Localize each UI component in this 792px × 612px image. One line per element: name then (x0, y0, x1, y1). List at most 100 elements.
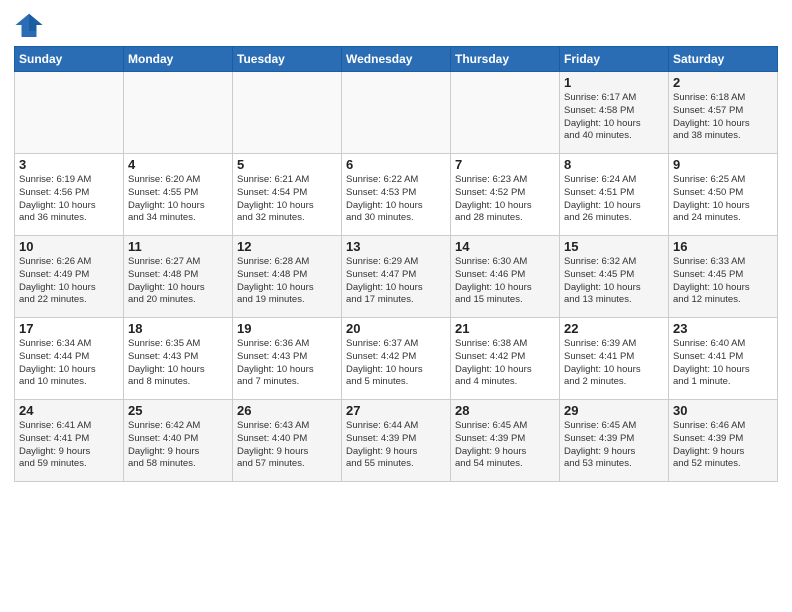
calendar-table: SundayMondayTuesdayWednesdayThursdayFrid… (14, 46, 778, 482)
day-number: 2 (673, 75, 773, 90)
day-number: 13 (346, 239, 446, 254)
day-number: 20 (346, 321, 446, 336)
week-row-4: 17 Sunrise: 6:34 AMSunset: 4:44 PMDayligh… (15, 318, 778, 400)
day-cell: 24 Sunrise: 6:41 AMSunset: 4:41 PMDayligh… (15, 400, 124, 482)
day-cell: 13 Sunrise: 6:29 AMSunset: 4:47 PMDayligh… (342, 236, 451, 318)
day-cell: 15Sunrise: 6:32 AMSunset: 4:45 PMDayligh… (560, 236, 669, 318)
day-info: Sunrise: 6:46 AMSunset: 4:39 PMDaylight:… (673, 420, 773, 471)
day-cell: 3 Sunrise: 6:19 AMSunset: 4:56 PMDaylight… (15, 154, 124, 236)
day-number: 24 (19, 403, 119, 418)
day-cell: 4Sunrise: 6:20 AMSunset: 4:55 PMDaylight… (124, 154, 233, 236)
week-row-3: 10Sunrise: 6:26 AMSunset: 4:49 PMDayligh… (15, 236, 778, 318)
day-cell: 19 Sunrise: 6:36 AMSunset: 4:43 PMDayligh… (233, 318, 342, 400)
week-row-2: 3 Sunrise: 6:19 AMSunset: 4:56 PMDaylight… (15, 154, 778, 236)
day-info: Sunrise: 6:28 AMSunset: 4:48 PMDaylight:… (237, 256, 337, 307)
day-cell: 22Sunrise: 6:39 AMSunset: 4:41 PMDayligh… (560, 318, 669, 400)
day-info: Sunrise: 6:36 AMSunset: 4:43 PMDaylight:… (237, 338, 337, 389)
day-info: Sunrise: 6:17 AMSunset: 4:58 PMDaylight:… (564, 92, 664, 143)
day-cell: 23 Sunrise: 6:40 AMSunset: 4:41 PMDayligh… (669, 318, 778, 400)
weekday-header-row: SundayMondayTuesdayWednesdayThursdayFrid… (15, 47, 778, 72)
day-info: Sunrise: 6:18 AMSunset: 4:57 PMDaylight:… (673, 92, 773, 143)
day-number: 18 (128, 321, 228, 336)
weekday-header-monday: Monday (124, 47, 233, 72)
day-info: Sunrise: 6:29 AMSunset: 4:47 PMDaylight:… (346, 256, 446, 307)
weekday-header-saturday: Saturday (669, 47, 778, 72)
weekday-header-friday: Friday (560, 47, 669, 72)
day-info: Sunrise: 6:27 AMSunset: 4:48 PMDaylight:… (128, 256, 228, 307)
day-number: 19 (237, 321, 337, 336)
day-cell: 11 Sunrise: 6:27 AMSunset: 4:48 PMDayligh… (124, 236, 233, 318)
day-number: 14 (455, 239, 555, 254)
day-cell (451, 72, 560, 154)
day-cell: 7 Sunrise: 6:23 AMSunset: 4:52 PMDaylight… (451, 154, 560, 236)
day-cell: 29Sunrise: 6:45 AMSunset: 4:39 PMDayligh… (560, 400, 669, 482)
day-info: Sunrise: 6:42 AMSunset: 4:40 PMDaylight:… (128, 420, 228, 471)
day-cell (342, 72, 451, 154)
day-info: Sunrise: 6:19 AMSunset: 4:56 PMDaylight:… (19, 174, 119, 225)
day-info: Sunrise: 6:38 AMSunset: 4:42 PMDaylight:… (455, 338, 555, 389)
day-info: Sunrise: 6:45 AMSunset: 4:39 PMDaylight:… (455, 420, 555, 471)
weekday-header-thursday: Thursday (451, 47, 560, 72)
day-info: Sunrise: 6:35 AMSunset: 4:43 PMDaylight:… (128, 338, 228, 389)
day-number: 25 (128, 403, 228, 418)
header (14, 10, 778, 40)
day-number: 11 (128, 239, 228, 254)
day-info: Sunrise: 6:21 AMSunset: 4:54 PMDaylight:… (237, 174, 337, 225)
day-info: Sunrise: 6:25 AMSunset: 4:50 PMDaylight:… (673, 174, 773, 225)
logo (14, 10, 48, 40)
page: SundayMondayTuesdayWednesdayThursdayFrid… (0, 0, 792, 612)
day-cell: 16 Sunrise: 6:33 AMSunset: 4:45 PMDayligh… (669, 236, 778, 318)
day-number: 8 (564, 157, 664, 172)
day-number: 4 (128, 157, 228, 172)
day-info: Sunrise: 6:43 AMSunset: 4:40 PMDaylight:… (237, 420, 337, 471)
day-number: 5 (237, 157, 337, 172)
logo-icon (14, 10, 44, 40)
day-info: Sunrise: 6:33 AMSunset: 4:45 PMDaylight:… (673, 256, 773, 307)
day-cell (233, 72, 342, 154)
day-number: 15 (564, 239, 664, 254)
day-number: 16 (673, 239, 773, 254)
day-cell: 27 Sunrise: 6:44 AMSunset: 4:39 PMDayligh… (342, 400, 451, 482)
day-number: 30 (673, 403, 773, 418)
day-info: Sunrise: 6:23 AMSunset: 4:52 PMDaylight:… (455, 174, 555, 225)
day-cell: 14 Sunrise: 6:30 AMSunset: 4:46 PMDayligh… (451, 236, 560, 318)
day-number: 17 (19, 321, 119, 336)
day-cell: 26 Sunrise: 6:43 AMSunset: 4:40 PMDayligh… (233, 400, 342, 482)
day-number: 29 (564, 403, 664, 418)
day-number: 7 (455, 157, 555, 172)
day-cell: 25 Sunrise: 6:42 AMSunset: 4:40 PMDayligh… (124, 400, 233, 482)
day-info: Sunrise: 6:30 AMSunset: 4:46 PMDaylight:… (455, 256, 555, 307)
day-number: 27 (346, 403, 446, 418)
day-number: 10 (19, 239, 119, 254)
day-number: 26 (237, 403, 337, 418)
day-number: 22 (564, 321, 664, 336)
day-info: Sunrise: 6:40 AMSunset: 4:41 PMDaylight:… (673, 338, 773, 389)
day-number: 3 (19, 157, 119, 172)
day-cell: 6Sunrise: 6:22 AMSunset: 4:53 PMDaylight… (342, 154, 451, 236)
day-info: Sunrise: 6:44 AMSunset: 4:39 PMDaylight:… (346, 420, 446, 471)
day-number: 23 (673, 321, 773, 336)
weekday-header-sunday: Sunday (15, 47, 124, 72)
day-cell: 10Sunrise: 6:26 AMSunset: 4:49 PMDayligh… (15, 236, 124, 318)
day-number: 28 (455, 403, 555, 418)
day-cell: 17 Sunrise: 6:34 AMSunset: 4:44 PMDayligh… (15, 318, 124, 400)
weekday-header-tuesday: Tuesday (233, 47, 342, 72)
day-cell: 20Sunrise: 6:37 AMSunset: 4:42 PMDayligh… (342, 318, 451, 400)
day-number: 9 (673, 157, 773, 172)
week-row-5: 24 Sunrise: 6:41 AMSunset: 4:41 PMDayligh… (15, 400, 778, 482)
day-info: Sunrise: 6:34 AMSunset: 4:44 PMDaylight:… (19, 338, 119, 389)
day-cell: 1 Sunrise: 6:17 AMSunset: 4:58 PMDaylight… (560, 72, 669, 154)
day-cell: 18 Sunrise: 6:35 AMSunset: 4:43 PMDayligh… (124, 318, 233, 400)
day-number: 12 (237, 239, 337, 254)
day-number: 1 (564, 75, 664, 90)
day-cell: 21 Sunrise: 6:38 AMSunset: 4:42 PMDayligh… (451, 318, 560, 400)
day-cell: 9 Sunrise: 6:25 AMSunset: 4:50 PMDaylight… (669, 154, 778, 236)
day-cell (124, 72, 233, 154)
day-number: 6 (346, 157, 446, 172)
day-cell: 28 Sunrise: 6:45 AMSunset: 4:39 PMDayligh… (451, 400, 560, 482)
day-cell: 30 Sunrise: 6:46 AMSunset: 4:39 PMDayligh… (669, 400, 778, 482)
day-info: Sunrise: 6:41 AMSunset: 4:41 PMDaylight:… (19, 420, 119, 471)
day-number: 21 (455, 321, 555, 336)
week-row-1: 1 Sunrise: 6:17 AMSunset: 4:58 PMDaylight… (15, 72, 778, 154)
weekday-header-wednesday: Wednesday (342, 47, 451, 72)
